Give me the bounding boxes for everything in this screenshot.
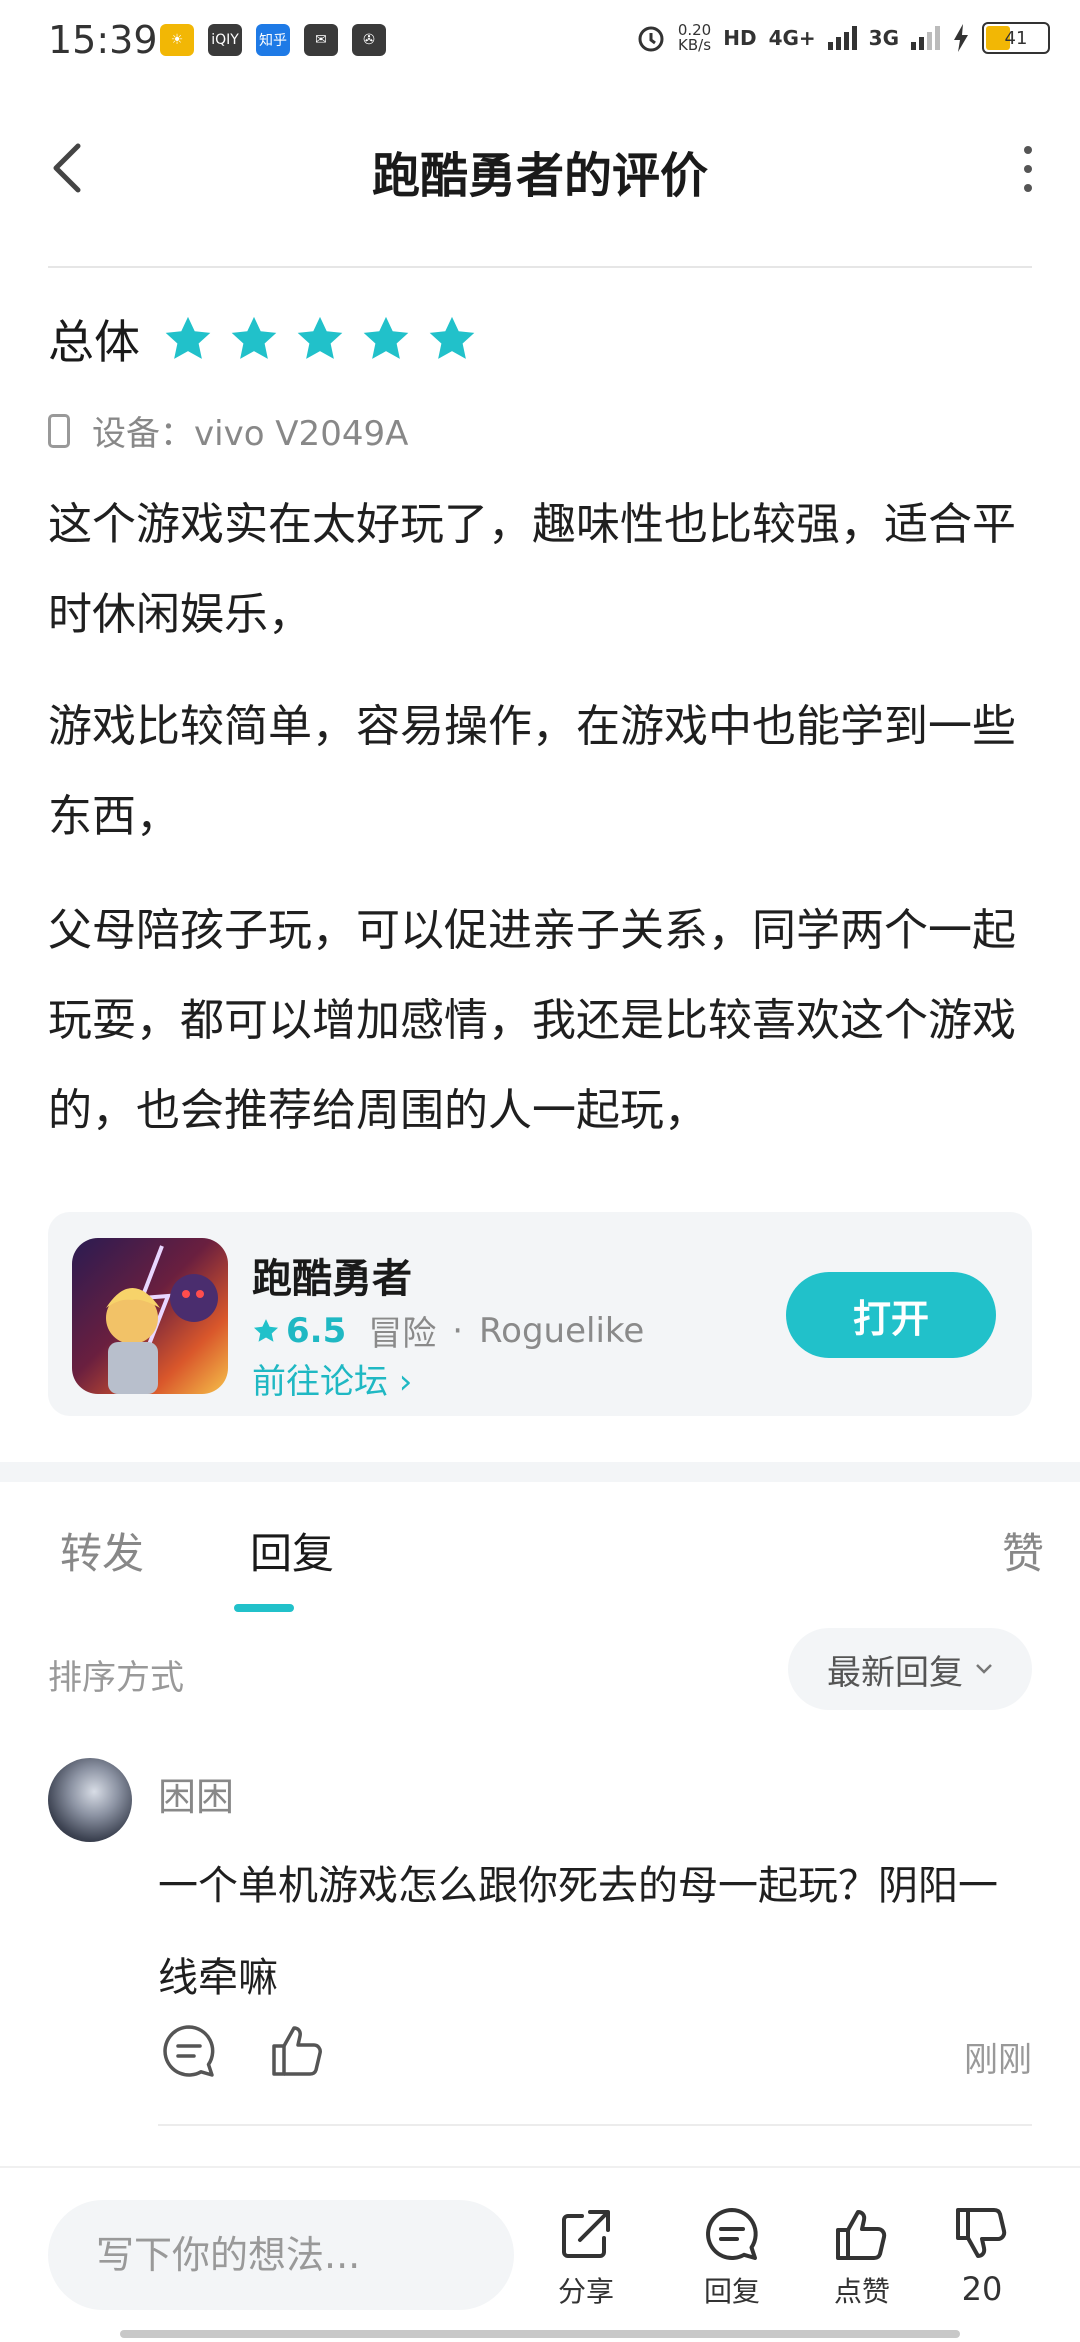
star-icon bbox=[253, 1318, 279, 1342]
game-icon[interactable] bbox=[72, 1238, 228, 1394]
comment-reply-icon[interactable] bbox=[160, 2022, 218, 2080]
network-3g-label: 3G bbox=[868, 26, 899, 50]
go-to-forum-link[interactable]: 前往论坛 › bbox=[252, 1354, 412, 1403]
more-options-icon[interactable] bbox=[1018, 146, 1038, 196]
review-paragraph: 游戏比较简单，容易操作，在游戏中也能学到一些东西， bbox=[48, 701, 1016, 842]
like-button[interactable]: 点赞 bbox=[812, 2204, 912, 2310]
comment-input[interactable] bbox=[48, 2200, 514, 2310]
section-divider bbox=[0, 1462, 1080, 1482]
overall-rating: 总体 bbox=[48, 306, 478, 372]
vpn-icon: ✇ bbox=[352, 24, 386, 56]
system-indicators: 0.20 KB/s HD 4G+ 3G 41 bbox=[636, 22, 1050, 54]
signal-icon-2 bbox=[911, 26, 940, 50]
share-button[interactable]: 分享 bbox=[536, 2204, 636, 2310]
game-meta: 6.5 冒险 · Roguelike bbox=[252, 1306, 644, 1355]
hd-icon: HD bbox=[723, 26, 757, 50]
game-genre: 冒险 bbox=[368, 1314, 437, 1354]
like-label: 点赞 bbox=[833, 2275, 890, 2308]
weather-icon: ☀ bbox=[160, 24, 194, 56]
zhihu-icon: 知乎 bbox=[256, 24, 290, 56]
review-paragraph: 父母陪孩子玩，可以促进亲子关系，同学两个一起玩耍，都可以增加感情，我还是比较喜欢… bbox=[48, 905, 1016, 1136]
dislike-count: 20 bbox=[961, 2270, 1003, 2308]
bottom-action-bar: 分享 回复 点赞 20 bbox=[0, 2166, 1080, 2342]
avatar[interactable] bbox=[48, 1758, 132, 1842]
sort-label: 排序方式 bbox=[48, 1658, 184, 1698]
game-score: 6.5 bbox=[286, 1310, 347, 1351]
sort-dropdown[interactable]: 最新回复 bbox=[788, 1628, 1032, 1710]
reply-button[interactable]: 回复 bbox=[682, 2204, 782, 2310]
game-card[interactable]: 跑酷勇者 6.5 冒险 · Roguelike 前往论坛 › 打开 bbox=[48, 1212, 1032, 1416]
star-rating bbox=[162, 313, 478, 365]
open-game-button[interactable]: 打开 bbox=[786, 1272, 996, 1358]
page-title: 跑酷勇者的评价 bbox=[371, 148, 708, 204]
iqiyi-icon: iQIY bbox=[208, 24, 242, 56]
comment-time: 刚刚 bbox=[964, 2040, 1032, 2080]
comment-icon bbox=[706, 2208, 758, 2260]
battery-icon: 41 bbox=[982, 22, 1050, 54]
phone-icon bbox=[48, 413, 70, 448]
status-time: 15:39 bbox=[48, 18, 158, 62]
tab-like[interactable]: 赞 bbox=[1002, 1520, 1044, 1581]
comment-text: 一个单机游戏怎么跟你死去的母一起玩？阴阳一线牵嘛 bbox=[158, 1863, 998, 2001]
status-bar: 15:39 ☀ iQIY 知乎 ✉ ✇ 0.20 KB/s HD 4G+ 3G 4… bbox=[0, 0, 1080, 84]
tab-forward[interactable]: 转发 bbox=[60, 1520, 144, 1581]
chevron-down-icon bbox=[976, 1664, 992, 1674]
separator: · bbox=[452, 1310, 464, 1351]
signal-icon bbox=[827, 26, 857, 50]
divider bbox=[48, 266, 1032, 268]
thumbs-down-icon bbox=[956, 2208, 1007, 2258]
game-name[interactable]: 跑酷勇者 bbox=[252, 1246, 412, 1304]
game-tag: Roguelike bbox=[479, 1310, 645, 1351]
comment-username[interactable]: 困困 bbox=[158, 1766, 234, 1821]
overall-label: 总体 bbox=[48, 315, 140, 369]
star-icon bbox=[429, 316, 475, 359]
reply-label: 回复 bbox=[703, 2275, 760, 2308]
device-label: 设备：vivo V2049A bbox=[92, 414, 409, 454]
tab-reply[interactable]: 回复 bbox=[250, 1520, 334, 1581]
star-icon bbox=[165, 316, 211, 359]
share-icon bbox=[562, 2210, 610, 2258]
charging-icon bbox=[954, 24, 968, 52]
share-label: 分享 bbox=[557, 2275, 614, 2308]
star-icon bbox=[363, 316, 409, 359]
home-indicator[interactable] bbox=[120, 2330, 960, 2338]
mail-icon: ✉ bbox=[304, 24, 338, 56]
active-tab-indicator bbox=[234, 1604, 294, 1612]
network-4g-label: 4G+ bbox=[768, 26, 816, 50]
sort-selected: 最新回复 bbox=[827, 1652, 963, 1693]
net-speed: 0.20 KB/s bbox=[677, 21, 712, 54]
divider bbox=[158, 2124, 1032, 2126]
star-icon bbox=[231, 316, 277, 359]
thumbs-up-icon bbox=[836, 2210, 887, 2260]
dislike-button[interactable]: 20 bbox=[932, 2204, 1032, 2308]
device-info: 设备：vivo V2049A bbox=[48, 406, 408, 455]
alarm-icon bbox=[638, 26, 664, 52]
thumbs-up-icon[interactable] bbox=[268, 2020, 328, 2080]
star-icon bbox=[297, 316, 343, 359]
notification-icons: ☀ iQIY 知乎 ✉ ✇ bbox=[160, 24, 386, 56]
top-app-bar: 跑酷勇者的评价 bbox=[0, 100, 1080, 230]
review-paragraph: 这个游戏实在太好玩了，趣味性也比较强，适合平时休闲娱乐， bbox=[48, 499, 1016, 640]
